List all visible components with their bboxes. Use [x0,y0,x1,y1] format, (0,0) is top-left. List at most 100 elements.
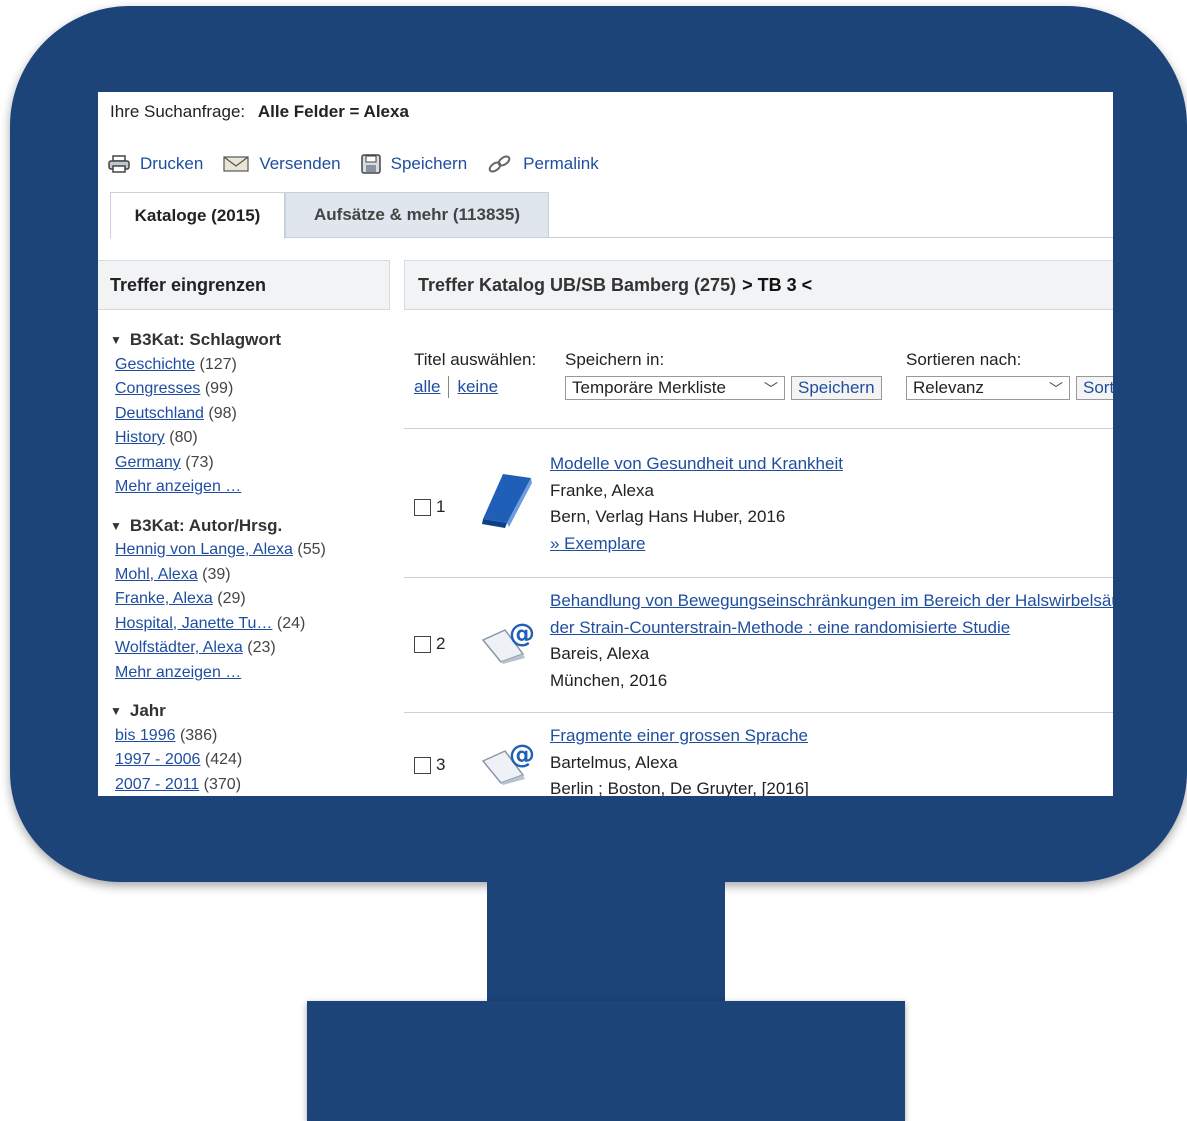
show-more-link[interactable]: Mehr anzeigen … [115,664,241,681]
facet-item-count: (39) [202,565,231,583]
holdings-link[interactable]: » Exemplare [550,534,645,553]
results-heading-suffix: > TB 3 < [742,274,813,295]
facet-item-count: (98) [208,404,237,422]
facet-item: bis 1996 (386) [115,724,390,749]
save-to-list-button[interactable]: Speichern [791,376,882,400]
facet-title-label: Jahr [129,701,166,720]
sort-value: Relevanz [913,378,984,397]
facet-item-count: (29) [217,590,246,607]
facet-item-count: (370) [203,775,242,793]
facet-item: 2007 - 2011 (370) [115,773,390,797]
result-checkbox[interactable] [414,636,431,653]
result-number: 2 [436,634,446,653]
ebook-at-icon: @ [481,740,535,785]
monitor-base [307,1001,905,1121]
search-query: Ihre Suchanfrage: Alle Felder = Alexa [110,102,409,122]
facet-item: Germany (73) [115,451,390,476]
result-checkbox[interactable] [414,499,431,516]
ebook-at-icon: @ [481,619,535,664]
facet-author-title[interactable]: ▼ B3Kat: Autor/Hrsg. [110,514,390,539]
permalink-label: Permalink [523,154,599,173]
facet-item-link[interactable]: Franke, Alexa [115,590,213,607]
sort-label: Sortieren nach: [906,350,1022,369]
facet-item-link[interactable]: Hospital, Janette Tu… [115,615,272,632]
tab-bar: Kataloge (2015) Aufsätze & mehr (113835) [110,192,1113,239]
results-panel: Treffer Katalog UB/SB Bamberg (275) > TB… [404,260,1113,796]
permalink-button[interactable]: Permalink [487,154,599,174]
toolbar: Drucken Versenden Speichern Permalink [108,154,599,174]
facet-item-link[interactable]: Germany [115,454,181,471]
facet-item-count: (80) [169,429,198,446]
select-links: alle keine [414,376,498,398]
printer-icon [108,155,130,173]
send-label: Versenden [259,154,341,173]
result-text: Behandlung von Bewegungseinschränkungen … [550,588,1113,694]
results-heading: Treffer Katalog UB/SB Bamberg (275) > TB… [404,260,1113,310]
result-title-link[interactable]: Behandlung von Bewegungseinschränkungen … [550,591,1113,610]
facet-item: Hennig von Lange, Alexa (55) [115,538,390,563]
save-in-select[interactable]: Temporäre Merkliste ﹀ [565,376,785,400]
save-label: Speichern [390,154,468,173]
result-publication: Berlin ; Boston, De Gruyter, [2016] [550,779,809,796]
result-text: Modelle von Gesundheit und Krankheit Fra… [550,451,843,557]
sort-select[interactable]: Relevanz ﹀ [906,376,1070,400]
result-title-link[interactable]: Fragmente einer grossen Sprache [550,726,808,745]
facet-item-link[interactable]: 1997 - 2006 [115,751,200,768]
screen: Ihre Suchanfrage: Alle Felder = Alexa Dr… [98,92,1113,796]
facet-item: Hospital, Janette Tu… (24) [115,612,390,637]
floppy-disk-icon [360,154,381,174]
facet-more: Mehr anzeigen … [115,661,390,686]
result-author: Bareis, Alexa [550,644,650,663]
facet-title-label: B3Kat: Autor/Hrsg. [129,515,283,535]
chain-link-icon [488,155,511,173]
select-none-link[interactable]: keine [457,377,498,397]
svg-text:@: @ [509,740,535,770]
facet-item-link[interactable]: Deutschland [115,405,204,422]
triangle-down-icon: ▼ [110,333,122,347]
facet-item: 1997 - 2006 (424) [115,748,390,773]
select-all-link[interactable]: alle [414,377,440,397]
facet-item: Deutschland (98) [115,402,390,427]
facet-item-count: (73) [185,453,214,471]
book-icon [482,474,532,528]
search-query-label: Ihre Suchanfrage: [110,102,246,121]
show-more-link[interactable]: Mehr anzeigen … [115,478,241,495]
triangle-down-icon: ▼ [110,704,122,718]
result-checkbox[interactable] [414,757,431,774]
facet-item-link[interactable]: 2007 - 2011 [115,776,199,793]
chevron-down-icon: ﹀ [764,381,778,397]
sort-button[interactable]: Sortieren [1076,376,1113,400]
result-title-link[interactable]: Modelle von Gesundheit und Krankheit [550,454,843,473]
facet-item: Geschichte (127) [115,353,390,378]
facet-item-link[interactable]: bis 1996 [115,727,176,744]
facet-item-count: (24) [276,614,306,632]
facet-item-count: (424) [204,751,243,768]
divider [448,376,450,398]
chevron-down-icon: ﹀ [1049,381,1063,397]
result-title-link-continued[interactable]: der Strain-Counterstrain-Methode : eine … [550,618,1010,637]
facet-item-count: (23) [247,639,276,656]
search-query-value: Alle Felder = Alexa [257,102,409,121]
result-text: Fragmente einer grossen Sprache Bartelmu… [550,723,809,796]
facet-item-link[interactable]: Geschichte [115,356,195,373]
facet-item: History (80) [115,426,390,451]
facet-item-link[interactable]: Hennig von Lange, Alexa [115,541,293,558]
facet-item-link[interactable]: History [115,429,165,446]
facet-item-link[interactable]: Wolfstädter, Alexa [115,639,243,656]
facet-title-label: B3Kat: Schlagwort [129,330,282,349]
send-button[interactable]: Versenden [223,154,341,174]
facet-subject-title[interactable]: ▼ B3Kat: Schlagwort [110,328,390,353]
save-button[interactable]: Speichern [360,154,468,174]
facet-year-title[interactable]: ▼ Jahr [110,699,390,724]
monitor-neck [487,880,725,1005]
result-publication: Bern, Verlag Hans Huber, 2016 [550,507,786,526]
facet-item: Wolfstädter, Alexa (23) [115,636,390,661]
tab-articles[interactable]: Aufsätze & mehr (113835) [285,192,549,238]
facet-item-link[interactable]: Mohl, Alexa [115,566,198,583]
save-in-label: Speichern in: [565,350,665,369]
result-author: Franke, Alexa [550,480,654,500]
result-number: 1 [436,497,446,516]
print-button[interactable]: Drucken [108,154,203,174]
tab-catalogs[interactable]: Kataloge (2015) [110,192,285,239]
facet-item-link[interactable]: Congresses [115,380,200,397]
